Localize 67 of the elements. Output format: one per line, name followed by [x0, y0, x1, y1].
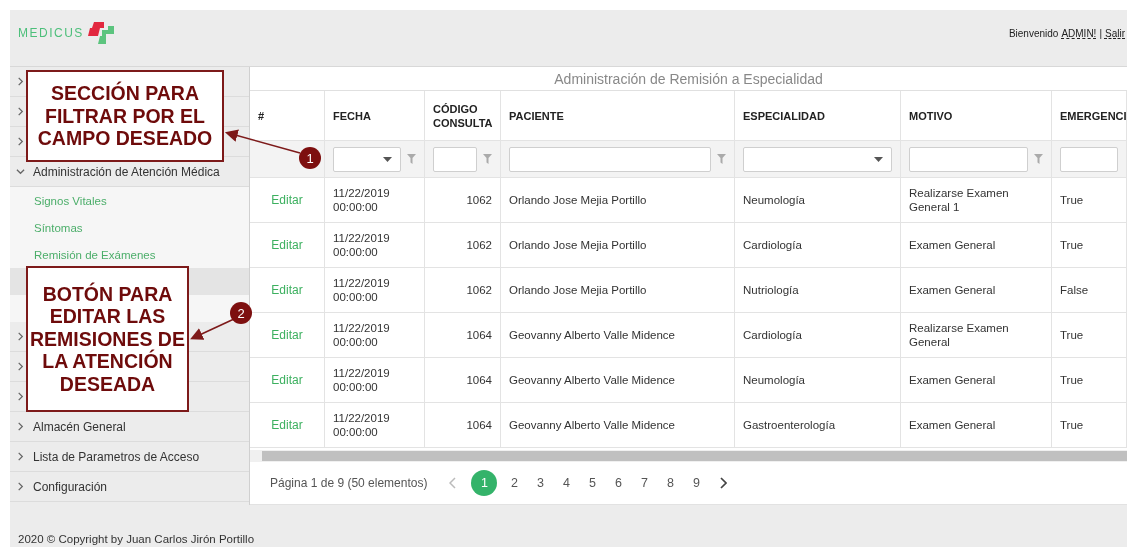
logout-link[interactable]: Salir [1105, 28, 1125, 39]
table-cell: True [1052, 178, 1127, 223]
page-button[interactable]: 2 [505, 470, 524, 496]
table-cell: 11/22/2019 00:00:00 [325, 313, 425, 358]
table-cell: 11/22/2019 00:00:00 [325, 178, 425, 223]
table-cell: Nutriología [735, 268, 901, 313]
table-cell: 1064 [425, 358, 501, 403]
table-cell: True [1052, 403, 1127, 448]
page-button[interactable]: 5 [583, 470, 602, 496]
logo-text: MEDICUS [18, 26, 84, 40]
table-cell: Examen General [901, 268, 1052, 313]
filter-input[interactable] [1060, 146, 1118, 172]
table-cell: 11/22/2019 00:00:00 [325, 403, 425, 448]
page-button[interactable]: 8 [661, 470, 680, 496]
table-title: Administración de Remisión a Especialidad [250, 67, 1127, 91]
page-button[interactable]: 7 [635, 470, 654, 496]
filter-input[interactable] [909, 146, 1028, 172]
table-cell: Geovanny Alberto Valle Midence [501, 403, 735, 448]
page-button[interactable]: 3 [531, 470, 550, 496]
table-cell: Geovanny Alberto Valle Midence [501, 358, 735, 403]
table-cell: 11/22/2019 00:00:00 [325, 223, 425, 268]
table-cell: 11/22/2019 00:00:00 [325, 268, 425, 313]
copyright-text: 2020 © Copyright by Juan Carlos Jirón Portillo [18, 533, 255, 545]
annotation-tooltip: BOTÓN PARA EDITAR LAS REMISIONES DE LA ATENCIÓN DESEADA [26, 266, 189, 412]
table-cell: 1062 [425, 223, 501, 268]
table-cell: 1064 [425, 313, 501, 358]
caret-icon [874, 156, 883, 162]
table-cell: Examen General [901, 358, 1052, 403]
table-cell: Examen General [901, 223, 1052, 268]
table-cell: 1062 [425, 268, 501, 313]
horizontal-scrollbar[interactable] [250, 450, 1127, 462]
table-cell: Realizarse Examen General 1 [901, 178, 1052, 223]
table-cell: Cardiología [735, 223, 901, 268]
filter-input[interactable] [433, 146, 477, 172]
arrow [190, 318, 235, 340]
user-link[interactable]: ADMIN! [1061, 28, 1097, 39]
page-button[interactable]: 4 [557, 470, 576, 496]
separator-text: | [1099, 28, 1102, 39]
table-cell: Examen General [901, 403, 1052, 448]
table-cell: Realizarse Examen General [901, 313, 1052, 358]
table-cell: Geovanny Alberto Valle Midence [501, 313, 735, 358]
page-button[interactable]: 9 [687, 470, 706, 496]
table-cell: 1062 [425, 178, 501, 223]
annotation-tooltip: SECCIÓN PARA FILTRAR POR EL CAMPO DESEADO [26, 70, 224, 162]
table-cell: True [1052, 313, 1127, 358]
page-summary: Página 1 de 9 (50 elementos) [270, 476, 428, 490]
table-cell: 1064 [425, 403, 501, 448]
caret-icon [383, 156, 392, 162]
table-cell: Neumología [735, 358, 901, 403]
welcome-text: Bienvenido [1008, 28, 1059, 39]
table-cell: True [1052, 358, 1127, 403]
table-cell: False [1052, 268, 1127, 313]
table-cell: True [1052, 223, 1127, 268]
chevron-right-icon[interactable] [719, 477, 728, 489]
table-cell: Cardiología [735, 313, 901, 358]
cross-logo-icon [85, 22, 116, 44]
chevron-left-icon[interactable] [449, 477, 458, 489]
filter-input[interactable] [509, 146, 711, 172]
filter-dropdown[interactable] [333, 146, 401, 172]
table-cell: Orlando Jose Mejia Portillo [501, 268, 735, 313]
table-cell: 11/22/2019 00:00:00 [325, 358, 425, 403]
page-button[interactable]: 6 [609, 470, 628, 496]
table-cell: Orlando Jose Mejia Portillo [501, 223, 735, 268]
table-cell: Gastroenterología [735, 403, 901, 448]
table-cell: Orlando Jose Mejia Portillo [501, 178, 735, 223]
table-cell: Neumología [735, 178, 901, 223]
filter-dropdown[interactable] [743, 146, 892, 172]
